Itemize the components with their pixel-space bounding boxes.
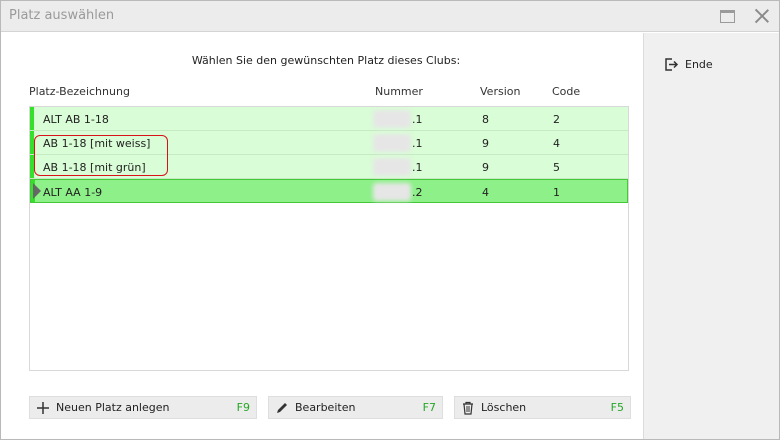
row-code: 5 — [553, 161, 560, 174]
column-header-name[interactable]: Platz-Bezeichnung — [29, 85, 130, 98]
table-row[interactable]: ALT AB 1-18 .1 8 2 — [30, 107, 628, 131]
delete-label: Löschen — [481, 401, 527, 414]
window-title: Platz auswählen — [9, 8, 115, 23]
edit-shortcut: F7 — [422, 401, 436, 414]
title-bar: Platz auswählen — [1, 1, 779, 32]
row-version: 8 — [482, 113, 489, 126]
maximize-icon[interactable] — [720, 10, 735, 23]
delete-shortcut: F5 — [610, 401, 624, 414]
row-status-marker — [30, 107, 34, 130]
row-code: 1 — [553, 186, 560, 199]
instruction-heading: Wählen Sie den gewünschten Platz dieses … — [191, 54, 461, 67]
row-name: ALT AB 1-18 — [43, 113, 109, 126]
row-pointer-icon — [33, 183, 41, 199]
redacted-value — [373, 110, 411, 128]
redacted-value — [373, 158, 411, 176]
row-code: 4 — [553, 137, 560, 150]
redacted-value — [373, 183, 411, 201]
row-name: ALT AA 1-9 — [43, 186, 103, 199]
row-version: 4 — [482, 186, 489, 199]
end-label: Ende — [685, 58, 713, 71]
exit-icon — [665, 58, 679, 71]
new-course-button[interactable]: Neuen Platz anlegen F9 — [29, 396, 257, 419]
close-icon[interactable] — [753, 7, 771, 25]
plus-icon — [36, 401, 50, 415]
redacted-value — [373, 134, 411, 152]
row-number: .1 — [412, 161, 423, 174]
edit-label: Bearbeiten — [295, 401, 356, 414]
row-number: .1 — [412, 137, 423, 150]
column-header-version[interactable]: Version — [480, 85, 520, 98]
action-sidebar: Ende — [643, 33, 779, 439]
trash-icon — [461, 401, 475, 415]
annotation-highlight-box — [34, 135, 168, 176]
row-number: .2 — [412, 186, 423, 199]
row-code: 2 — [553, 113, 560, 126]
edit-button[interactable]: Bearbeiten F7 — [268, 396, 443, 419]
dialog-window: Platz auswählen Wählen Sie den gewünscht… — [0, 0, 780, 440]
new-course-label: Neuen Platz anlegen — [56, 401, 170, 414]
row-version: 9 — [482, 137, 489, 150]
column-header-number[interactable]: Nummer — [375, 85, 423, 98]
row-number: .1 — [412, 113, 423, 126]
row-version: 9 — [482, 161, 489, 174]
new-course-shortcut: F9 — [236, 401, 250, 414]
delete-button[interactable]: Löschen F5 — [454, 396, 631, 419]
pencil-icon — [275, 401, 289, 415]
column-header-code[interactable]: Code — [552, 85, 580, 98]
table-row-selected[interactable]: ALT AA 1-9 .2 4 1 — [30, 179, 628, 203]
end-button[interactable]: Ende — [664, 57, 713, 72]
